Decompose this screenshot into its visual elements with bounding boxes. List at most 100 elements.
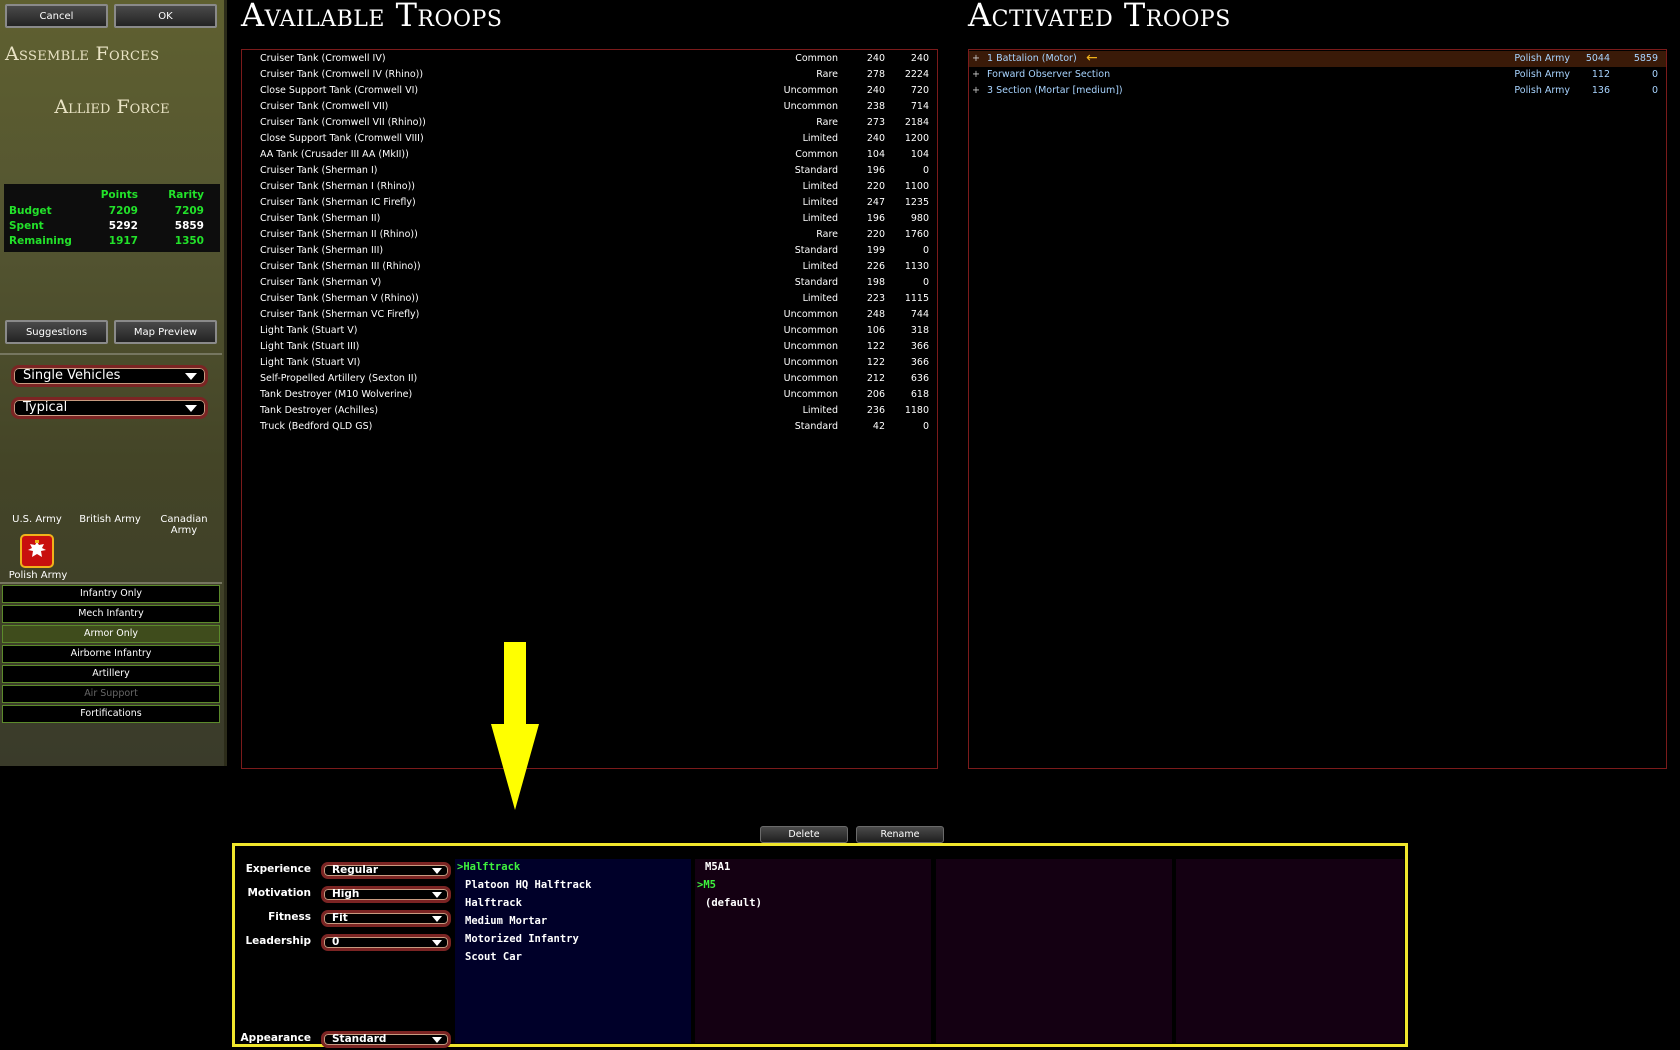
troop-name: Cruiser Tank (Cromwell VII) bbox=[260, 101, 389, 112]
available-troop-row[interactable]: Cruiser Tank (Sherman VC Firefly) Uncommo… bbox=[242, 307, 937, 323]
available-troop-row[interactable]: Close Support Tank (Cromwell VIII) Limite… bbox=[242, 131, 937, 147]
unit-type-select-value: Single Vehicles bbox=[23, 368, 121, 383]
available-troop-row[interactable]: Cruiser Tank (Cromwell VII (Rhino)) Rare 2… bbox=[242, 115, 937, 131]
variant-list-item[interactable]: M5A1 bbox=[705, 859, 730, 875]
category-armor-only[interactable]: Armor Only bbox=[2, 625, 220, 643]
ok-button[interactable]: OK bbox=[114, 4, 217, 28]
available-troop-row[interactable]: Close Support Tank (Cromwell VI) Uncommon… bbox=[242, 83, 937, 99]
troop-points: 240 bbox=[866, 133, 885, 144]
remaining-points: 1917 bbox=[108, 235, 138, 247]
unit-list-item[interactable]: Motorized Infantry bbox=[465, 931, 579, 947]
activated-troop-row[interactable]: + Forward Observer Section Polish Army 1… bbox=[969, 67, 1666, 83]
activated-troop-cost: 5859 bbox=[1633, 53, 1658, 64]
troop-rarity: Limited bbox=[802, 293, 838, 304]
experience-select[interactable]: Regular bbox=[321, 862, 451, 879]
troop-rarity: Uncommon bbox=[783, 309, 838, 320]
available-troop-row[interactable]: Light Tank (Stuart V) Uncommon 106 318 bbox=[242, 323, 937, 339]
available-troop-row[interactable]: Cruiser Tank (Sherman I) Standard 196 0 bbox=[242, 163, 937, 179]
unit-list-item[interactable]: Medium Mortar bbox=[465, 913, 547, 929]
fitness-select[interactable]: Fit bbox=[321, 910, 451, 927]
quality-select[interactable]: Typical bbox=[11, 397, 208, 419]
remaining-row-label: Remaining bbox=[9, 235, 72, 247]
unit-list-item-selected[interactable]: >Halftrack bbox=[457, 859, 520, 875]
available-troop-row[interactable]: Cruiser Tank (Sherman IC Firefly) Limited… bbox=[242, 195, 937, 211]
unit-list[interactable]: >Halftrack Platoon HQ Halftrack Halftrac… bbox=[455, 859, 691, 1043]
available-troop-row[interactable]: Light Tank (Stuart VI) Uncommon 122 366 bbox=[242, 355, 937, 371]
nation-canadian-army[interactable]: Canadian Army bbox=[147, 514, 221, 536]
expand-icon[interactable]: + bbox=[972, 51, 980, 67]
available-troop-row[interactable]: Cruiser Tank (Sherman III (Rhino)) Limite… bbox=[242, 259, 937, 275]
motivation-select[interactable]: High bbox=[321, 886, 451, 903]
category-air-support: Air Support bbox=[2, 685, 220, 703]
appearance-select[interactable]: Standard bbox=[321, 1031, 451, 1048]
activated-troop-army: Polish Army bbox=[1514, 69, 1570, 80]
expand-icon[interactable]: + bbox=[972, 83, 980, 99]
unit-list-item[interactable]: Halftrack bbox=[465, 895, 522, 911]
available-troop-row[interactable]: Cruiser Tank (Sherman II) Limited 196 980 bbox=[242, 211, 937, 227]
available-troop-row[interactable]: Light Tank (Stuart III) Uncommon 122 366 bbox=[242, 339, 937, 355]
troop-cost: 0 bbox=[922, 165, 929, 176]
variant-list-item-selected[interactable]: >M5 bbox=[697, 877, 716, 893]
unit-list-item[interactable]: Platoon HQ Halftrack bbox=[465, 877, 591, 893]
category-infantry-only[interactable]: Infantry Only bbox=[2, 585, 220, 603]
troop-name: Cruiser Tank (Sherman VC Firefly) bbox=[260, 309, 420, 320]
available-troop-row[interactable]: Cruiser Tank (Sherman V) Standard 198 0 bbox=[242, 275, 937, 291]
category-artillery[interactable]: Artillery bbox=[2, 665, 220, 683]
delete-button[interactable]: Delete bbox=[760, 826, 848, 843]
troop-name: Tank Destroyer (M10 Wolverine) bbox=[260, 389, 413, 400]
expand-icon[interactable]: + bbox=[972, 67, 980, 83]
available-troop-row[interactable]: Self-Propelled Artillery (Sexton II) Unco… bbox=[242, 371, 937, 387]
available-troop-row[interactable]: Cruiser Tank (Sherman V (Rhino)) Limited 2… bbox=[242, 291, 937, 307]
troop-name: Self-Propelled Artillery (Sexton II) bbox=[260, 373, 418, 384]
troop-name: Cruiser Tank (Sherman III) bbox=[260, 245, 384, 256]
variant-list[interactable]: M5A1 >M5 (default) bbox=[695, 859, 931, 1043]
activated-troop-points: 136 bbox=[1591, 85, 1610, 96]
available-troop-row[interactable]: Cruiser Tank (Sherman I (Rhino)) Limited 2… bbox=[242, 179, 937, 195]
leadership-select[interactable]: 0 bbox=[321, 934, 451, 951]
available-troop-row[interactable]: AA Tank (Crusader III AA (MkII)) Common 10… bbox=[242, 147, 937, 163]
available-troop-row[interactable]: Cruiser Tank (Cromwell IV (Rhino)) Rare 27… bbox=[242, 67, 937, 83]
budget-points: 7209 bbox=[108, 205, 138, 217]
nation-polish-army[interactable]: Polish Army bbox=[4, 570, 72, 581]
nation-us-army[interactable]: U.S. Army bbox=[4, 514, 70, 525]
map-preview-button[interactable]: Map Preview bbox=[114, 320, 217, 344]
activated-troop-army: Polish Army bbox=[1514, 85, 1570, 96]
activated-troop-row[interactable]: + 1 Battalion (Motor) ← Polish Army 5044… bbox=[969, 51, 1666, 67]
nation-british-army[interactable]: British Army bbox=[75, 514, 145, 525]
unit-type-select[interactable]: Single Vehicles bbox=[11, 365, 208, 387]
troop-points: 42 bbox=[872, 421, 885, 432]
variant-list-item[interactable]: (default) bbox=[705, 895, 762, 911]
available-troop-row[interactable]: Cruiser Tank (Sherman III) Standard 199 0 bbox=[242, 243, 937, 259]
available-troop-row[interactable]: Tank Destroyer (Achilles) Limited 236 1180 bbox=[242, 403, 937, 419]
available-troop-row[interactable]: Tank Destroyer (M10 Wolverine) Uncommon 20… bbox=[242, 387, 937, 403]
activated-troop-name: 1 Battalion (Motor) bbox=[987, 53, 1077, 64]
activated-troop-row[interactable]: + 3 Section (Mortar [medium]) Polish Arm… bbox=[969, 83, 1666, 99]
left-panel: Cancel OK Assemble Forces Allied Force P… bbox=[0, 0, 227, 766]
rename-button[interactable]: Rename bbox=[856, 826, 944, 843]
troop-name: Tank Destroyer (Achilles) bbox=[260, 405, 379, 416]
polish-eagle-icon[interactable] bbox=[20, 534, 54, 568]
troop-cost: 1180 bbox=[904, 405, 929, 416]
available-troop-row[interactable]: Cruiser Tank (Cromwell IV) Common 240 240 bbox=[242, 51, 937, 67]
cancel-button[interactable]: Cancel bbox=[5, 4, 108, 28]
troop-name: Cruiser Tank (Sherman II (Rhino)) bbox=[260, 229, 418, 240]
troop-points: 122 bbox=[866, 357, 885, 368]
available-troop-row[interactable]: Cruiser Tank (Cromwell VII) Uncommon 238 71… bbox=[242, 99, 937, 115]
troop-rarity: Common bbox=[795, 53, 838, 64]
troop-rarity: Limited bbox=[802, 213, 838, 224]
available-troop-row[interactable]: Truck (Bedford QLD GS) Standard 42 0 bbox=[242, 419, 937, 435]
category-mech-infantry[interactable]: Mech Infantry bbox=[2, 605, 220, 623]
category-airborne-infantry[interactable]: Airborne Infantry bbox=[2, 645, 220, 663]
troop-rarity: Uncommon bbox=[783, 341, 838, 352]
troop-rarity: Rare bbox=[816, 69, 838, 80]
force-name: Allied Force bbox=[54, 96, 170, 118]
suggestions-button[interactable]: Suggestions bbox=[5, 320, 108, 344]
unit-list-item[interactable]: Scout Car bbox=[465, 949, 522, 965]
available-troops-list[interactable]: Cruiser Tank (Cromwell IV) Common 240 240 C… bbox=[241, 49, 938, 769]
available-troop-row[interactable]: Cruiser Tank (Sherman II (Rhino)) Rare 220… bbox=[242, 227, 937, 243]
activated-troops-list[interactable]: + 1 Battalion (Motor) ← Polish Army 5044… bbox=[968, 49, 1667, 769]
troop-points: 236 bbox=[866, 405, 885, 416]
troop-cost: 0 bbox=[922, 245, 929, 256]
category-fortifications[interactable]: Fortifications bbox=[2, 705, 220, 723]
troop-name: Light Tank (Stuart III) bbox=[260, 341, 360, 352]
